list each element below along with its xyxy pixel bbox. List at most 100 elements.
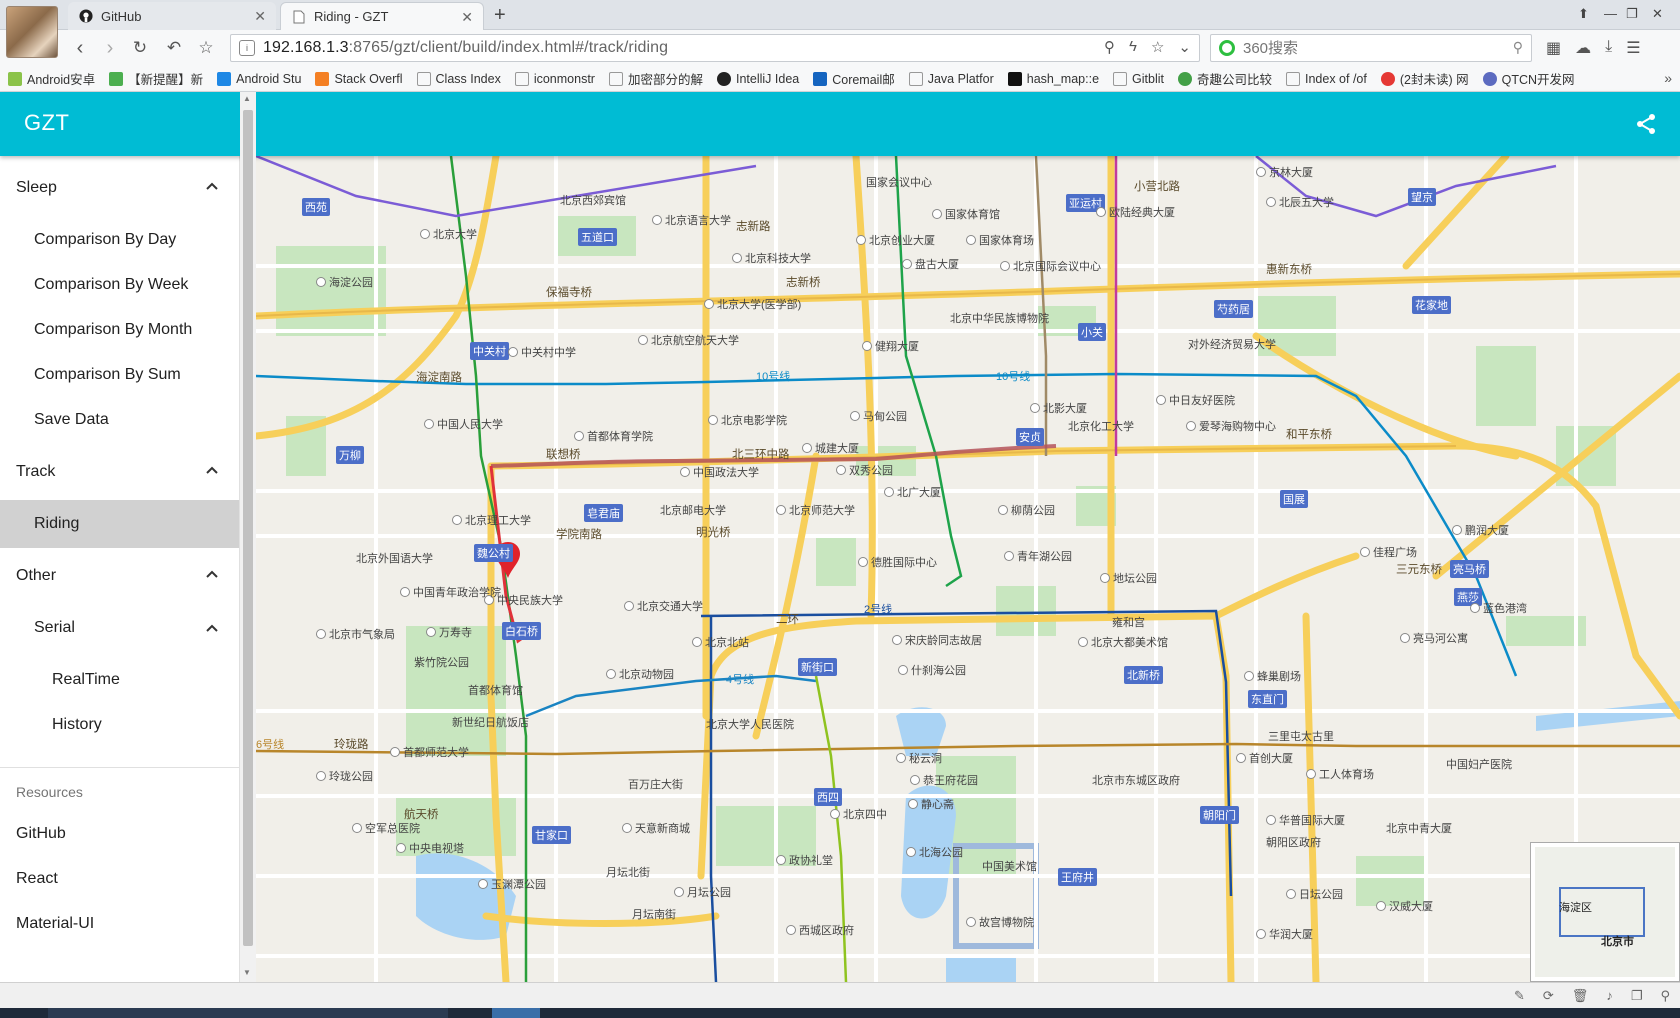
poi-label[interactable]: 京林大厦: [1256, 164, 1313, 180]
new-tab-icon[interactable]: +: [494, 4, 506, 27]
trash-icon[interactable]: 🗑: [1572, 988, 1589, 1004]
bookmark-item[interactable]: Stack Overfl: [315, 71, 403, 86]
search-engine-box[interactable]: ⚲: [1210, 34, 1532, 62]
browser-tab-github[interactable]: GitHub ✕: [68, 2, 276, 30]
poi-label[interactable]: 马甸公园: [850, 408, 907, 424]
scroll-down-icon[interactable]: ▼: [243, 968, 251, 977]
poi-label[interactable]: 北京北站: [692, 634, 749, 650]
bookmark-item[interactable]: QTCN开发网: [1482, 69, 1575, 88]
bookmark-item[interactable]: Coremail邮: [813, 69, 895, 88]
poi-label[interactable]: 北京中华民族博物院: [950, 310, 1049, 326]
page-info-icon[interactable]: i: [239, 40, 255, 56]
poi-label[interactable]: 北影大厦: [1030, 400, 1087, 416]
nav-item-comparison-by-week[interactable]: Comparison By Week: [0, 261, 239, 309]
nav-item-comparison-by-month[interactable]: Comparison By Month: [0, 306, 239, 354]
nav-section-sleep[interactable]: Sleep: [0, 164, 239, 212]
poi-label[interactable]: 华润大厦: [1256, 926, 1313, 942]
poi-label[interactable]: 北京大学(医学部): [704, 296, 801, 312]
bookmark-item[interactable]: Java Platfor: [908, 71, 994, 86]
poi-label[interactable]: 空军总医院: [352, 820, 420, 836]
poi-label[interactable]: 北京市气象局: [316, 626, 395, 642]
bookmark-item[interactable]: Android Stu: [217, 71, 301, 86]
search-input[interactable]: [1243, 39, 1503, 57]
cloud-icon[interactable]: ☁: [1575, 38, 1591, 58]
poi-label[interactable]: 月坛公园: [674, 884, 731, 900]
bookmark-item[interactable]: Index of /of: [1286, 71, 1367, 86]
poi-label[interactable]: 中央电视塔: [396, 840, 464, 856]
poi-label[interactable]: 首创大厦: [1236, 750, 1293, 766]
poi-label[interactable]: 柳荫公园: [998, 502, 1055, 518]
poi-label[interactable]: 恭王府花园: [910, 772, 978, 788]
more-bookmarks-icon[interactable]: »: [1664, 70, 1672, 86]
poi-label[interactable]: 故宫博物院: [966, 914, 1034, 930]
poi-label[interactable]: 北辰五大学: [1266, 194, 1334, 210]
poi-label[interactable]: 北海公园: [906, 844, 963, 860]
nav-section-track[interactable]: Track: [0, 448, 239, 496]
metro-station-label[interactable]: 花家地: [1412, 296, 1451, 314]
riding-map[interactable]: 联想桥 北三环中路 学院南路 保福寺桥 海淀南路 志新桥 明光桥 惠新东桥 和平…: [256, 156, 1680, 982]
poi-label[interactable]: 蜂巢剧场: [1244, 668, 1301, 684]
undo-icon[interactable]: ↶: [162, 36, 186, 60]
chevron-up-icon[interactable]: [204, 566, 220, 582]
metro-station-label[interactable]: 小关: [1078, 323, 1106, 341]
poi-label[interactable]: 德胜国际中心: [858, 554, 937, 570]
poi-label[interactable]: 北京大都美术馆: [1078, 634, 1168, 650]
poi-label[interactable]: 万寿寺: [426, 624, 472, 640]
metro-station-label[interactable]: 北新桥: [1124, 666, 1163, 684]
taskbar-app-active[interactable]: [492, 1008, 540, 1018]
chevron-up-icon[interactable]: [204, 620, 220, 636]
poi-label[interactable]: 首都师范大学: [390, 744, 469, 760]
nav-section-other[interactable]: Other: [0, 552, 239, 600]
close-tab-icon[interactable]: ✕: [461, 9, 473, 26]
poi-label[interactable]: 北京航空航天大学: [638, 332, 739, 348]
bookmark-item[interactable]: Gitblit: [1113, 71, 1164, 86]
metro-station-label[interactable]: 国展: [1280, 490, 1308, 508]
search-icon[interactable]: ⚲: [1513, 39, 1523, 56]
share-icon[interactable]: [1634, 112, 1658, 136]
poi-label[interactable]: 月坛北街: [606, 864, 650, 880]
poi-label[interactable]: 北京电影学院: [708, 412, 787, 428]
metro-station-label[interactable]: 安贞: [1016, 428, 1044, 446]
overview-minimap[interactable]: 海淀区 北京市: [1530, 842, 1680, 982]
poi-label[interactable]: 工人体育场: [1306, 766, 1374, 782]
poi-label[interactable]: 北京化工大学: [1068, 418, 1134, 434]
nav-item-realtime[interactable]: RealTime: [0, 656, 239, 704]
nav-item-comparison-by-day[interactable]: Comparison By Day: [0, 216, 239, 264]
taskbar-app[interactable]: [48, 1008, 448, 1018]
poi-label[interactable]: 西城区政府: [786, 922, 854, 938]
poi-label[interactable]: 中国妇产医院: [1446, 756, 1512, 772]
poi-label[interactable]: 青年湖公园: [1004, 548, 1072, 564]
metro-station-label[interactable]: 东直门: [1248, 690, 1287, 708]
bookmark-item[interactable]: 【新提醒】新: [109, 69, 203, 88]
poi-label[interactable]: 双秀公园: [836, 462, 893, 478]
poi-label[interactable]: 什刹海公园: [898, 662, 966, 678]
chevron-up-icon[interactable]: [204, 462, 220, 478]
poi-label[interactable]: 中国青年政治学院: [400, 584, 501, 600]
apps-grid-icon[interactable]: ▦: [1546, 38, 1561, 58]
zoom-icon[interactable]: ⚲: [1104, 38, 1115, 56]
nav-item-riding[interactable]: Riding: [0, 500, 239, 548]
metro-station-label[interactable]: 西苑: [302, 198, 330, 216]
metro-station-label[interactable]: 魏公村: [474, 544, 513, 562]
metro-station-label[interactable]: 中关村: [470, 342, 509, 360]
poi-label[interactable]: 中关村中学: [508, 344, 576, 360]
poi-label[interactable]: 健翔大厦: [862, 338, 919, 354]
poi-label[interactable]: 北京师范大学: [776, 502, 855, 518]
poi-label[interactable]: 百万庄大街: [628, 776, 683, 792]
poi-label[interactable]: 中国人民大学: [424, 416, 503, 432]
drawer-scrollbar[interactable]: ▲ ▼: [240, 92, 256, 982]
close-tab-icon[interactable]: ✕: [254, 8, 266, 25]
metro-station-label[interactable]: 西四: [814, 788, 842, 806]
poi-label[interactable]: 佳程广场: [1360, 544, 1417, 560]
poi-label[interactable]: 北京大学人民医院: [706, 716, 794, 732]
poi-label[interactable]: 雍和宫: [1112, 614, 1145, 630]
bookmark-item[interactable]: 加密部分的解: [608, 69, 703, 88]
metro-station-label[interactable]: 王府井: [1058, 868, 1097, 886]
url-field[interactable]: i 192.168.1.3:8765/gzt/client/build/inde…: [230, 34, 1200, 62]
bookmark-item[interactable]: Android安卓: [8, 69, 95, 88]
nav-item-comparison-by-sum[interactable]: Comparison By Sum: [0, 351, 239, 399]
poi-label[interactable]: 玉渊潭公园: [478, 876, 546, 892]
poi-label[interactable]: 国家会议中心: [866, 174, 932, 190]
metro-station-label[interactable]: 朝阳门: [1200, 806, 1239, 824]
poi-label[interactable]: 北京语言大学: [652, 212, 731, 228]
